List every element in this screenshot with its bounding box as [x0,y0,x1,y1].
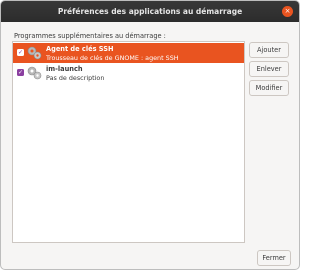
section-label: Programmes supplémentaires au démarrage … [14,32,166,40]
edit-button[interactable]: Modifier [249,80,289,96]
close-button[interactable]: Fermer [257,250,291,266]
window-title: Préférences des applications au démarrag… [57,7,243,16]
startup-programs-list[interactable]: ✓ Agent de clés SSH Trousseau de clés de… [12,41,245,243]
program-row-im-launch[interactable]: ✓ im-launch Pas de description [13,63,244,83]
program-name: im-launch [46,65,83,73]
program-row-ssh-agent[interactable]: ✓ Agent de clés SSH Trousseau de clés de… [13,43,244,63]
window-close-button[interactable]: × [282,6,293,17]
startup-preferences-window: Préférences des applications au démarrag… [0,0,300,270]
program-description: Pas de description [46,74,105,82]
remove-button[interactable]: Enlever [249,61,289,77]
program-description: Trousseau de clés de GNOME : agent SSH [46,54,179,62]
title-bar[interactable]: Préférences des applications au démarrag… [1,1,299,22]
program-enabled-checkbox[interactable]: ✓ [17,69,24,76]
program-enabled-checkbox[interactable]: ✓ [17,49,24,56]
close-icon: × [284,7,291,15]
gears-icon [27,46,42,60]
program-name: Agent de clés SSH [46,45,114,53]
add-button[interactable]: Ajouter [249,42,289,58]
gears-icon [27,66,42,80]
